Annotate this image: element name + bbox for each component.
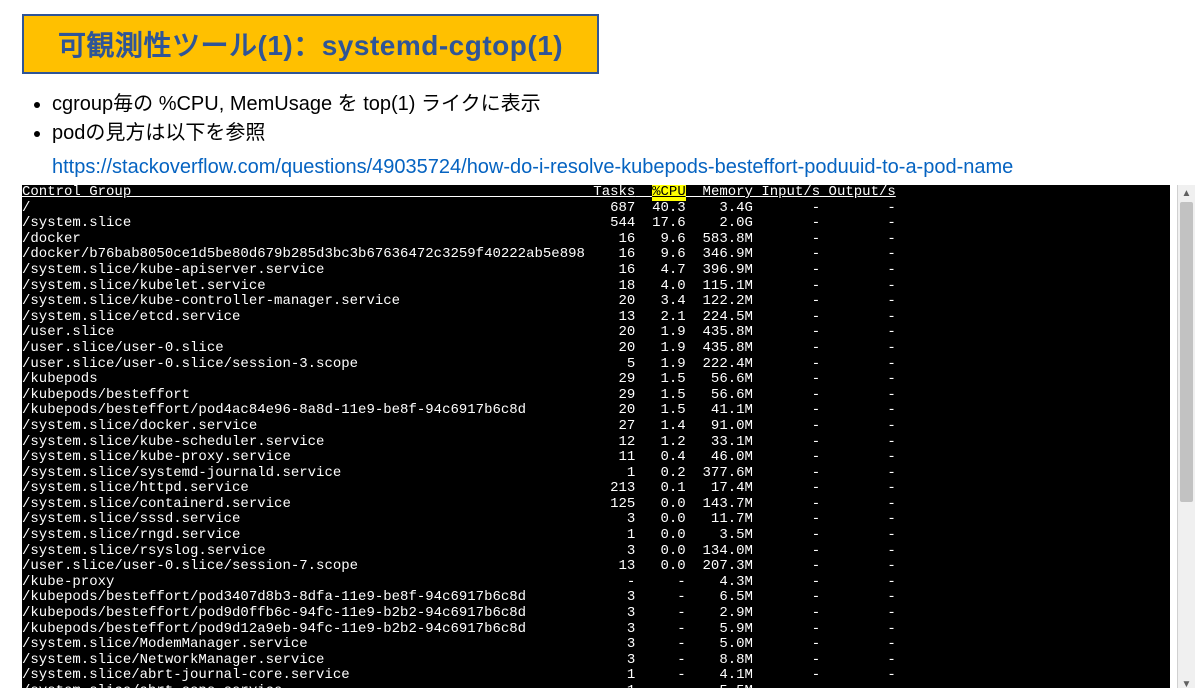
scrollbar-vertical[interactable]: ▲ ▼ (1177, 185, 1195, 688)
terminal-container: Control Group Tasks %CPU Memory Input/s … (22, 185, 1178, 688)
slide-title: 可観測性ツール(1)：systemd-cgtop(1) (58, 30, 563, 61)
scroll-up-icon[interactable]: ▲ (1178, 185, 1195, 202)
bullet-item: cgroup毎の %CPU, MemUsage を top(1) ライクに表示 (52, 90, 1178, 119)
bullet-item: podの見方は以下を参照 (52, 119, 1178, 148)
scroll-thumb[interactable] (1180, 202, 1193, 502)
reference-link[interactable]: https://stackoverflow.com/questions/4903… (52, 156, 1178, 179)
slide-title-box: 可観測性ツール(1)：systemd-cgtop(1) (22, 14, 599, 74)
bullet-list: cgroup毎の %CPU, MemUsage を top(1) ライクに表示 … (22, 90, 1178, 148)
cgtop-output: Control Group Tasks %CPU Memory Input/s … (22, 185, 1170, 688)
scroll-down-icon[interactable]: ▼ (1178, 676, 1195, 688)
slide-root: 可観測性ツール(1)：systemd-cgtop(1) cgroup毎の %CP… (0, 0, 1200, 688)
